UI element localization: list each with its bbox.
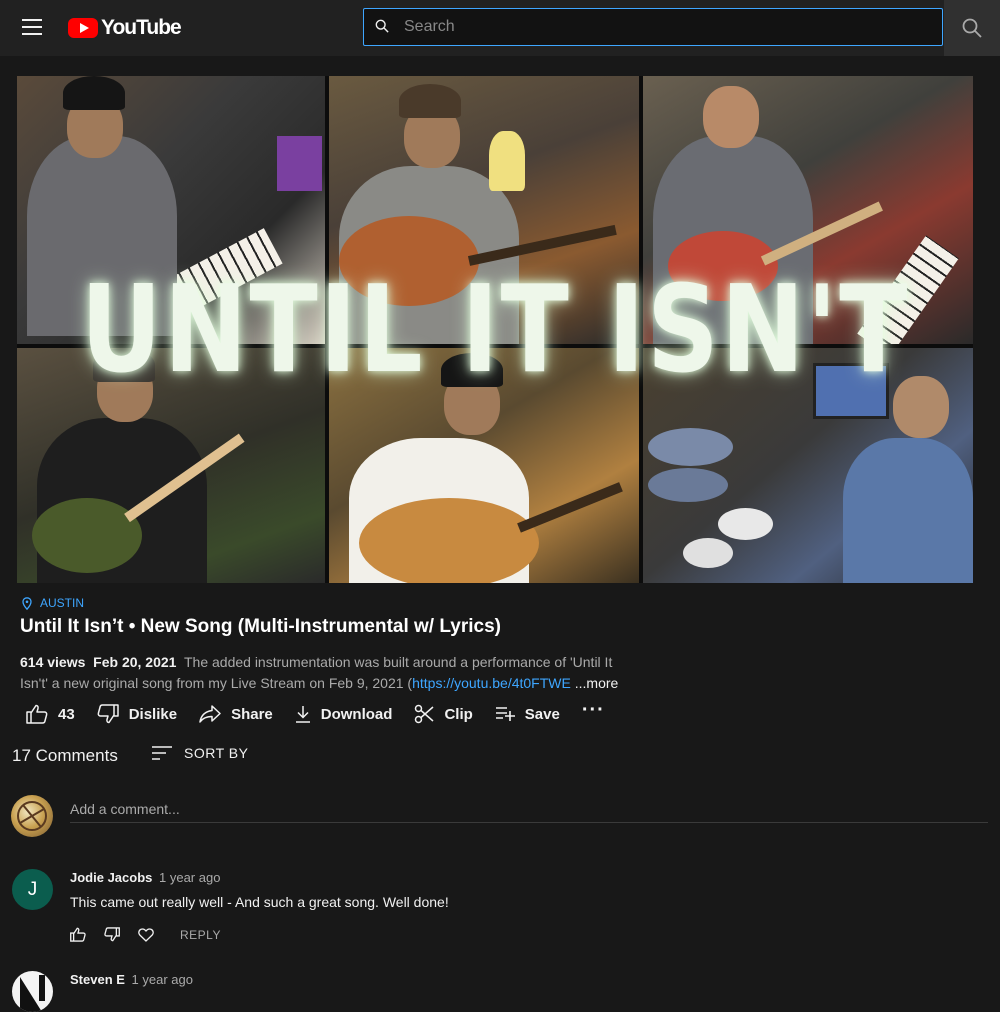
- show-more-button[interactable]: ...more: [575, 675, 619, 691]
- description-link[interactable]: https://youtu.be/4t0FTWE: [412, 675, 571, 691]
- search-button[interactable]: [944, 0, 1000, 56]
- comment-dislike-button[interactable]: [104, 927, 120, 942]
- scissors-icon: [415, 704, 434, 724]
- video-player[interactable]: UNTIL IT ISN'T: [17, 76, 973, 583]
- share-button[interactable]: Share: [199, 705, 273, 723]
- share-icon: [199, 705, 221, 723]
- menu-icon[interactable]: [22, 19, 42, 35]
- comment-author[interactable]: Steven E: [70, 972, 125, 987]
- comment-author[interactable]: Jodie Jacobs: [70, 870, 152, 885]
- location-label: AUSTIN: [40, 596, 85, 610]
- sort-label: SORT BY: [184, 745, 249, 761]
- search-icon: [375, 19, 389, 33]
- avatar-letter: J: [27, 878, 38, 900]
- comment-like-button[interactable]: [70, 927, 86, 942]
- comment-text: This came out really well - And such a g…: [70, 894, 449, 910]
- logo-text: YouTube: [101, 16, 182, 39]
- location-pin-icon: [22, 596, 32, 610]
- heart-icon: [138, 927, 154, 942]
- avatar-image: [20, 975, 45, 1012]
- commenter-avatar[interactable]: [12, 971, 53, 1012]
- search-box[interactable]: [363, 8, 943, 46]
- user-avatar: [11, 795, 53, 837]
- clip-label: Clip: [444, 705, 473, 723]
- comment-time[interactable]: 1 year ago: [132, 972, 193, 987]
- upload-date: Feb 20, 2021: [93, 654, 177, 670]
- search-input[interactable]: [404, 9, 924, 45]
- youtube-logo[interactable]: YouTube: [68, 16, 182, 40]
- video-title: Until It Isn’t • New Song (Multi-Instrum…: [20, 616, 501, 637]
- thumbs-up-icon: [26, 704, 48, 724]
- add-to-playlist-icon: [495, 707, 515, 721]
- thumbs-down-icon: [104, 927, 120, 942]
- save-button[interactable]: Save: [495, 706, 560, 723]
- video-description[interactable]: 614 views Feb 20, 2021 The added instrum…: [20, 652, 640, 694]
- comment-actions: REPLY: [70, 927, 221, 942]
- more-actions-button[interactable]: ···: [582, 699, 605, 722]
- comment-author-line: Steven E 1 year ago: [70, 972, 193, 987]
- thumbs-up-icon: [70, 927, 86, 942]
- search-icon: [962, 18, 982, 38]
- download-button[interactable]: Download: [295, 705, 393, 723]
- download-icon: [295, 706, 310, 723]
- youtube-play-icon: [68, 18, 98, 38]
- share-label: Share: [231, 705, 273, 723]
- comment-time[interactable]: 1 year ago: [159, 870, 220, 885]
- like-button[interactable]: 43: [26, 704, 75, 724]
- dislike-button[interactable]: Dislike: [97, 704, 177, 724]
- comment-heart-button[interactable]: [138, 927, 154, 942]
- comment-author-line: Jodie Jacobs 1 year ago: [70, 870, 220, 885]
- sort-comments-button[interactable]: SORT BY: [152, 745, 248, 761]
- clip-button[interactable]: Clip: [414, 704, 473, 724]
- view-count: 614 views: [20, 654, 86, 670]
- location-tag[interactable]: AUSTIN: [22, 596, 84, 610]
- thumbs-down-icon: [97, 704, 119, 724]
- avatar-image: [17, 801, 47, 831]
- save-label: Save: [524, 705, 560, 723]
- top-bar: YouTube: [0, 0, 1000, 56]
- video-actions: 43 Dislike Share Download Clip Save ···: [26, 699, 605, 726]
- comments-count: 17 Comments: [12, 746, 118, 765]
- video-overlay-title: UNTIL IT ISN'T: [80, 259, 910, 400]
- download-label: Download: [320, 705, 393, 723]
- like-count: 43: [58, 705, 75, 723]
- dislike-label: Dislike: [128, 705, 178, 723]
- commenter-avatar[interactable]: J: [12, 869, 53, 910]
- add-comment-input[interactable]: [70, 796, 988, 823]
- reply-button[interactable]: REPLY: [180, 928, 221, 942]
- sort-icon: [152, 746, 172, 760]
